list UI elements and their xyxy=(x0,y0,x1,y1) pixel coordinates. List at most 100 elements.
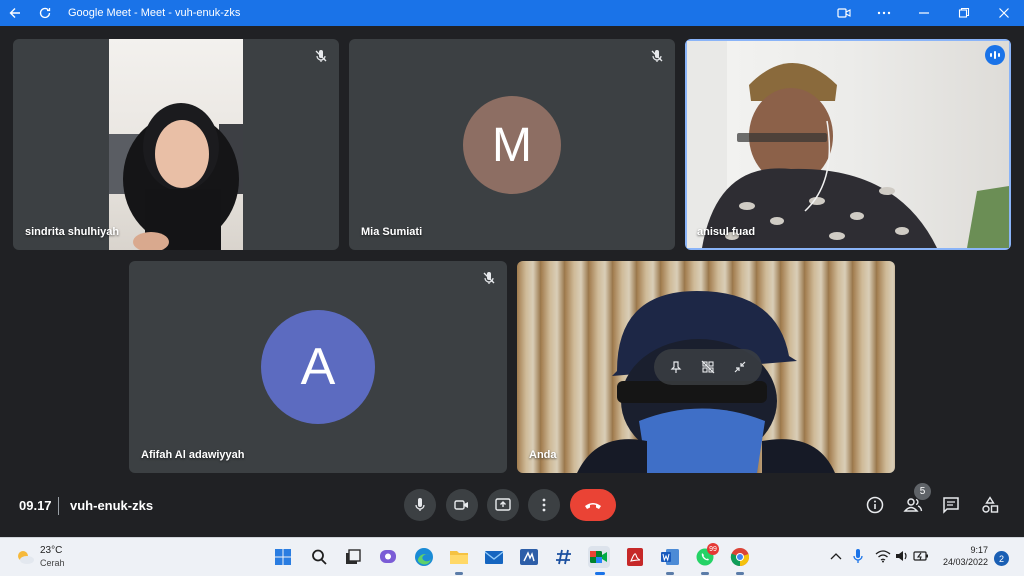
present-screen-icon xyxy=(495,498,511,511)
weather-temperature: 23°C xyxy=(40,545,63,556)
teams-chat-icon xyxy=(380,550,396,563)
minimize-button[interactable] xyxy=(904,0,944,26)
task-view-button[interactable] xyxy=(342,546,364,568)
back-button[interactable] xyxy=(0,0,30,26)
edge-button[interactable] xyxy=(413,546,435,568)
participant-count-badge: 5 xyxy=(914,483,931,500)
more-horizontal-icon xyxy=(877,11,891,15)
acrobat-button[interactable] xyxy=(624,546,646,568)
close-button[interactable] xyxy=(984,0,1024,26)
person-silhouette-icon xyxy=(109,103,243,250)
google-meet-icon xyxy=(590,551,607,563)
meeting-control-bar: 09.17 vuh-enuk-zks xyxy=(0,482,1024,537)
battery-charging-icon xyxy=(913,551,928,561)
divider xyxy=(58,497,59,515)
microphone-icon xyxy=(415,498,425,511)
participant-video xyxy=(109,39,243,250)
microphone-tray-button[interactable] xyxy=(850,548,866,564)
activities-button[interactable] xyxy=(976,491,1004,519)
participant-tile[interactable]: M Mia Sumiati xyxy=(349,39,675,250)
more-options-button[interactable] xyxy=(528,489,560,521)
edge-browser-icon xyxy=(415,548,433,566)
weather-sun-icon xyxy=(18,551,34,564)
microphone-button[interactable] xyxy=(404,489,436,521)
search-icon xyxy=(312,549,327,565)
phone-hangup-icon xyxy=(585,503,601,509)
google-meet-button[interactable] xyxy=(588,546,610,568)
more-vertical-icon xyxy=(542,498,546,512)
whatsapp-unread-badge: 99 xyxy=(707,543,719,555)
mail-button[interactable] xyxy=(483,546,505,568)
tile-controls xyxy=(654,349,762,385)
volume-button[interactable] xyxy=(894,548,910,564)
system-date: 24/03/2022 xyxy=(942,557,988,567)
meeting-time: 09.17 xyxy=(19,498,52,513)
avatar: A xyxy=(261,310,375,424)
task-view-icon xyxy=(346,549,361,564)
teams-chat-button[interactable] xyxy=(377,546,399,568)
collapse-icon xyxy=(734,361,746,373)
active-app-indicator xyxy=(595,572,605,575)
system-clock[interactable]: 9:17 24/03/2022 xyxy=(936,544,988,568)
mic-muted-icon xyxy=(313,48,329,64)
start-button[interactable] xyxy=(272,546,294,568)
chat-button[interactable] xyxy=(937,491,965,519)
windows-logo-icon xyxy=(275,549,291,565)
participant-tile[interactable]: anisul fuad xyxy=(685,39,1011,250)
chrome-button[interactable] xyxy=(729,546,751,568)
avatar: M xyxy=(463,96,561,194)
microphone-icon xyxy=(853,549,863,563)
meeting-code: vuh-enuk-zks xyxy=(70,498,154,513)
window-title: Google Meet - Meet - vuh-enuk-zks xyxy=(68,7,241,19)
pin-button[interactable] xyxy=(663,354,689,380)
mic-muted-icon xyxy=(649,48,665,64)
close-icon xyxy=(999,8,1009,18)
more-options-button[interactable] xyxy=(864,0,904,26)
wifi-button[interactable] xyxy=(875,548,891,564)
file-explorer-button[interactable] xyxy=(448,546,470,568)
hashtag-app-icon xyxy=(556,549,571,565)
windows-taskbar: 23°C Cerah 9:17 24/03/2022 2 xyxy=(0,537,1024,576)
avatar-letter: A xyxy=(300,338,336,396)
system-time: 9:17 xyxy=(970,545,988,555)
info-icon xyxy=(866,496,884,514)
restore-button[interactable] xyxy=(944,0,984,26)
battery-button[interactable] xyxy=(913,548,929,564)
participant-tile[interactable]: sindrita shulhiyah xyxy=(13,39,339,250)
window-titlebar: Google Meet - Meet - vuh-enuk-zks xyxy=(0,0,1024,26)
show-hidden-icons-button[interactable] xyxy=(828,548,844,564)
participant-tile[interactable]: A Afifah Al adawiyyah xyxy=(129,261,507,473)
end-call-button[interactable] xyxy=(570,489,616,521)
camera-button[interactable] xyxy=(446,489,478,521)
running-indicator xyxy=(736,572,744,575)
arrow-left-icon xyxy=(9,8,20,18)
running-indicator xyxy=(666,572,674,575)
pin-icon xyxy=(670,361,682,373)
store-icon xyxy=(520,549,538,565)
refresh-icon xyxy=(39,7,51,19)
meeting-details-button[interactable] xyxy=(861,491,889,519)
self-view-tile[interactable]: Anda xyxy=(517,261,895,473)
running-indicator xyxy=(455,572,463,575)
reload-button[interactable] xyxy=(30,0,60,26)
search-button[interactable] xyxy=(308,546,330,568)
word-icon xyxy=(661,549,679,565)
mail-icon xyxy=(484,551,504,564)
folder-icon xyxy=(450,551,468,564)
camera-toggle-button[interactable] xyxy=(824,0,864,26)
microsoft-store-button[interactable] xyxy=(518,546,540,568)
mic-muted-icon xyxy=(481,270,497,286)
hide-self-view-button[interactable] xyxy=(695,354,721,380)
restore-icon xyxy=(958,7,970,18)
weather-widget[interactable]: 23°C Cerah xyxy=(14,545,65,569)
participant-name: anisul fuad xyxy=(697,226,756,238)
present-screen-button[interactable] xyxy=(487,489,519,521)
notification-count-badge[interactable]: 2 xyxy=(994,551,1009,566)
app-button[interactable] xyxy=(553,546,575,568)
minimize-tile-button[interactable] xyxy=(727,354,753,380)
grid-off-icon xyxy=(701,360,715,374)
word-button[interactable] xyxy=(659,546,681,568)
minimize-icon xyxy=(919,12,929,14)
participant-name: Mia Sumiati xyxy=(361,226,423,238)
pdf-icon xyxy=(627,548,643,566)
